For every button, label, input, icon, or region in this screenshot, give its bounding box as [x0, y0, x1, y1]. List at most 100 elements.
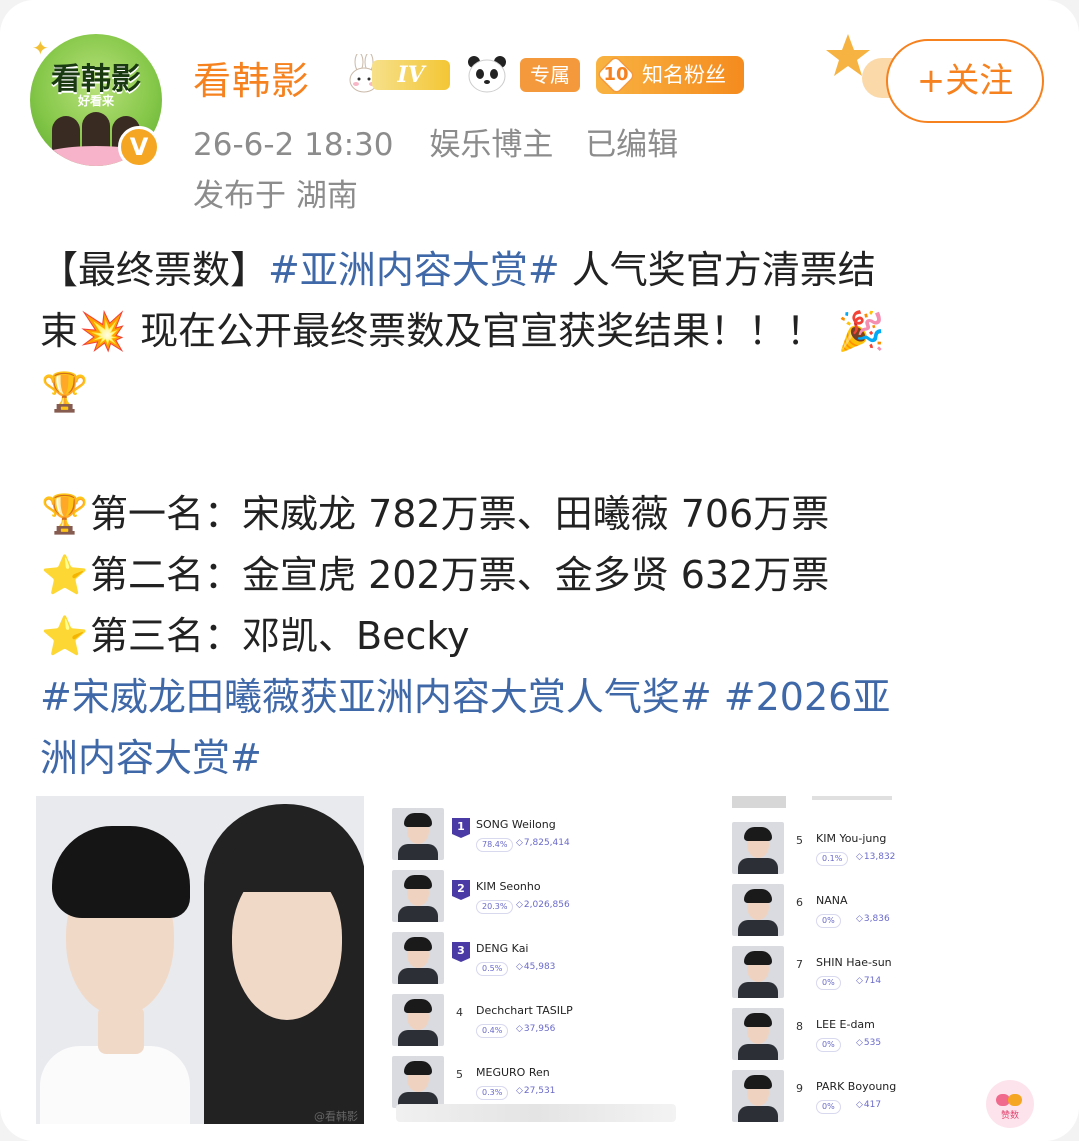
rank-number: 6	[796, 896, 803, 909]
vote-percent: 0.1%	[816, 852, 849, 866]
ranking-row[interactable]: 8 LEE E-dam 0% 535	[732, 1008, 1032, 1064]
ranking-row[interactable]: 1 SONG Weilong 78.4%7,825,414	[392, 808, 692, 864]
vote-percent: 0.3%	[476, 1086, 509, 1100]
rank-number: 7	[796, 958, 803, 971]
ranking-row[interactable]: 6 NANA 0% 3,836	[732, 884, 1032, 940]
vote-percent: 0%	[816, 976, 841, 990]
trophy-icon: 🏆	[41, 492, 89, 536]
cropped-row	[732, 796, 786, 808]
nominee-name: KIM Seonho	[476, 880, 541, 893]
post-image-rankings[interactable]: 1 SONG Weilong 78.4%7,825,414 2 KIM Seonho 20…	[384, 796, 1064, 1130]
explosion-icon: 💥	[79, 309, 127, 353]
hashtag-link[interactable]: #亚洲内容大赏#	[268, 248, 560, 292]
post-line: 【最终票数】#亚洲内容大赏# 人气奖官方清票结	[40, 240, 1040, 301]
post-text: 束	[40, 309, 79, 353]
hashtag-link[interactable]: 洲内容大赏#	[40, 736, 262, 780]
vote-percent: 0.5%	[476, 962, 509, 976]
hashtag-link[interactable]: #宋威龙田曦薇获亚洲内容大赏人气奖#	[40, 675, 712, 719]
nominee-photo	[732, 884, 784, 936]
nominee-photo	[392, 994, 444, 1046]
vote-count: 2,026,856	[516, 900, 570, 910]
nominee-photo	[732, 946, 784, 998]
nominee-photo	[732, 1070, 784, 1122]
hashtag-line: 洲内容大赏#	[40, 728, 1040, 789]
author-name[interactable]: 看韩影	[193, 50, 310, 105]
ranking-row[interactable]: 3 DENG Kai 0.5% 45,983	[392, 932, 692, 988]
man-shirt	[40, 1046, 190, 1124]
ranking-row[interactable]: 7 SHIN Hae-sun 0% 714	[732, 946, 1032, 1002]
ranking-row[interactable]: 4 Dechchart TASILP 0.4% 37,956	[392, 994, 692, 1050]
vote-count: 535	[856, 1038, 881, 1048]
star-icon: ⭐	[41, 553, 89, 597]
ranking-row[interactable]: 2 KIM Seonho 20.3%2,026,856	[392, 870, 692, 926]
author-role: 娱乐博主	[429, 127, 554, 163]
result-third: ⭐第三名：邓凯、Becky	[40, 606, 1040, 667]
nominee-name: NANA	[816, 894, 848, 907]
post-body: 【最终票数】#亚洲内容大赏# 人气奖官方清票结 束💥 现在公开最终票数及官宣获奖…	[40, 240, 1040, 789]
nominee-name: DENG Kai	[476, 942, 529, 955]
vote-count: 7,825,414	[516, 838, 570, 848]
vote-count: 13,832	[856, 852, 896, 862]
reaction-label: 赞数	[1000, 1111, 1019, 1121]
avatar-sub-text: 好看来	[77, 94, 114, 108]
post-meta: 26-6-2 18:30 娱乐博主 已编辑	[193, 119, 700, 164]
result-text: 第一名：宋威龙 782万票、田曦薇 706万票	[90, 492, 830, 536]
follow-button[interactable]: +关注	[886, 39, 1044, 123]
star-icon: ⭐	[41, 614, 89, 658]
fan-level-label: 知名粉丝	[642, 63, 726, 87]
man-hair	[52, 826, 190, 918]
man-neck	[98, 1006, 144, 1054]
post-text: 人气奖官方清票结	[559, 248, 876, 292]
post-text: 【最终票数】	[40, 248, 269, 292]
nominee-name: PARK Boyoung	[816, 1080, 897, 1093]
panda-icon	[468, 56, 506, 93]
vote-percent: 20.3%	[476, 900, 514, 914]
nominee-name: SONG Weilong	[476, 818, 556, 831]
nominee-name: Dechchart TASILP	[476, 1004, 573, 1017]
rank-number: 4	[456, 1006, 463, 1019]
like-reaction-button[interactable]: 赞数	[986, 1080, 1034, 1128]
vote-count: 714	[856, 976, 881, 986]
vote-percent: 78.4%	[476, 838, 514, 852]
nominee-name: KIM You-jung	[816, 832, 887, 845]
vote-count: 45,983	[516, 962, 556, 972]
nominee-photo	[732, 822, 784, 874]
post-text: 现在公开最终票数及官宣获奖结果！！！	[128, 309, 825, 353]
vote-count: 3,836	[856, 914, 890, 924]
post-line: 束💥 现在公开最终票数及官宣获奖结果！！！ 🎉	[40, 301, 1040, 362]
nominee-photo	[392, 808, 444, 860]
vote-percent: 0%	[816, 914, 841, 928]
rank-number: 5	[456, 1068, 463, 1081]
nominee-photo	[732, 1008, 784, 1060]
result-text: 第二名：金宣虎 202万票、金多贤 632万票	[90, 553, 830, 597]
vote-count: 27,531	[516, 1086, 556, 1096]
fan-level-badge[interactable]: 10 知名粉丝	[596, 55, 744, 95]
ranking-row[interactable]: 5 KIM You-jung 0.1% 13,832	[732, 822, 1032, 878]
nominee-photo	[392, 1056, 444, 1108]
nominee-name: MEGURO Ren	[476, 1066, 550, 1079]
rank-number: 8	[796, 1020, 803, 1033]
hashtag-link[interactable]: #2026亚	[712, 675, 891, 719]
rank-number: 9	[796, 1082, 803, 1095]
rank-number: 5	[796, 834, 803, 847]
rank-badge: 3	[452, 942, 470, 962]
level-badge[interactable]: IV	[372, 60, 450, 90]
verified-v-icon: V	[118, 126, 160, 168]
heart-icon	[1008, 1094, 1022, 1106]
post-line: 🏆	[40, 362, 1040, 423]
weibo-post-card: 看韩影 好看来 ✦ V 看韩影 IV 专属 10 知名粉丝 26-6-2 18:…	[0, 0, 1079, 1141]
result-first: 🏆第一名：宋威龙 782万票、田曦薇 706万票	[40, 484, 1040, 545]
post-image-winners[interactable]	[36, 796, 364, 1124]
sparkle-icon: ✦	[32, 36, 49, 60]
nominee-name: LEE E-dam	[816, 1018, 875, 1031]
vote-count: 37,956	[516, 1024, 556, 1034]
trophy-icon: 🏆	[41, 370, 89, 414]
nominee-photo	[392, 870, 444, 922]
cropped-row	[812, 796, 892, 800]
image-watermark: @看韩影	[314, 1110, 358, 1123]
result-text: 第三名：邓凯、Becky	[90, 614, 470, 658]
edited-label[interactable]: 已编辑	[585, 127, 678, 163]
fan-level-number: 10	[603, 64, 629, 85]
exclusive-tag[interactable]: 专属	[520, 58, 580, 92]
nominee-name: SHIN Hae-sun	[816, 956, 892, 969]
